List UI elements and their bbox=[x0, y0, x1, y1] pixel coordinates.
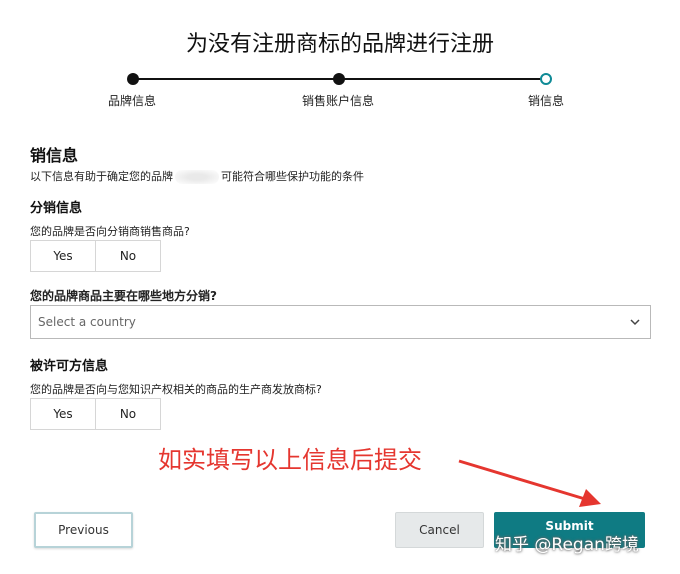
step-3-label: 销信息 bbox=[528, 94, 565, 108]
distribution-question: 您的品牌是否向分销商销售商品? bbox=[30, 225, 190, 238]
distribution-no-button[interactable]: No bbox=[96, 241, 160, 271]
licensee-question: 您的品牌是否向与您知识产权相关的商品的生产商发放商标? bbox=[30, 383, 322, 396]
licensee-toggle: Yes No bbox=[30, 398, 161, 430]
annotation-arrow-icon bbox=[458, 459, 601, 507]
previous-button[interactable]: Previous bbox=[34, 512, 133, 548]
step-1-label: 品牌信息 bbox=[108, 94, 157, 108]
country-select[interactable]: Select a country bbox=[30, 305, 651, 339]
country-select-placeholder: Select a country bbox=[38, 315, 136, 329]
step-2-label: 销售账户信息 bbox=[302, 94, 375, 108]
desc-suffix: 可能符合哪些保护功能的条件 bbox=[221, 170, 364, 183]
licensee-title: 被许可方信息 bbox=[30, 359, 109, 374]
section-description: 以下信息有助于确定您的品牌 可能符合哪些保护功能的条件 bbox=[30, 168, 364, 184]
progress-stepper: 品牌信息 销售账户信息 销信息 bbox=[0, 70, 680, 110]
step-connector bbox=[339, 78, 546, 80]
step-1-dot bbox=[127, 73, 139, 85]
distribution-toggle: Yes No bbox=[30, 240, 161, 272]
blurred-brand-name bbox=[175, 170, 219, 184]
licensee-no-button[interactable]: No bbox=[96, 399, 160, 429]
licensee-yes-button[interactable]: Yes bbox=[31, 399, 96, 429]
chevron-down-icon bbox=[630, 319, 640, 326]
distribution-yes-button[interactable]: Yes bbox=[31, 241, 96, 271]
watermark: 知乎 @Regan跨境 bbox=[495, 535, 639, 555]
section-title: 销信息 bbox=[30, 146, 79, 165]
distribution-title: 分销信息 bbox=[30, 201, 83, 216]
annotation-text: 如实填写以上信息后提交 bbox=[158, 446, 422, 474]
desc-prefix: 以下信息有助于确定您的品牌 bbox=[30, 170, 173, 183]
step-connector bbox=[133, 78, 339, 80]
page-title: 为没有注册商标的品牌进行注册 bbox=[185, 32, 494, 57]
cancel-button[interactable]: Cancel bbox=[395, 512, 484, 548]
step-2-dot bbox=[333, 73, 345, 85]
where-distribute-question: 您的品牌商品主要在哪些地方分销? bbox=[30, 289, 217, 303]
step-3-dot bbox=[540, 73, 552, 85]
